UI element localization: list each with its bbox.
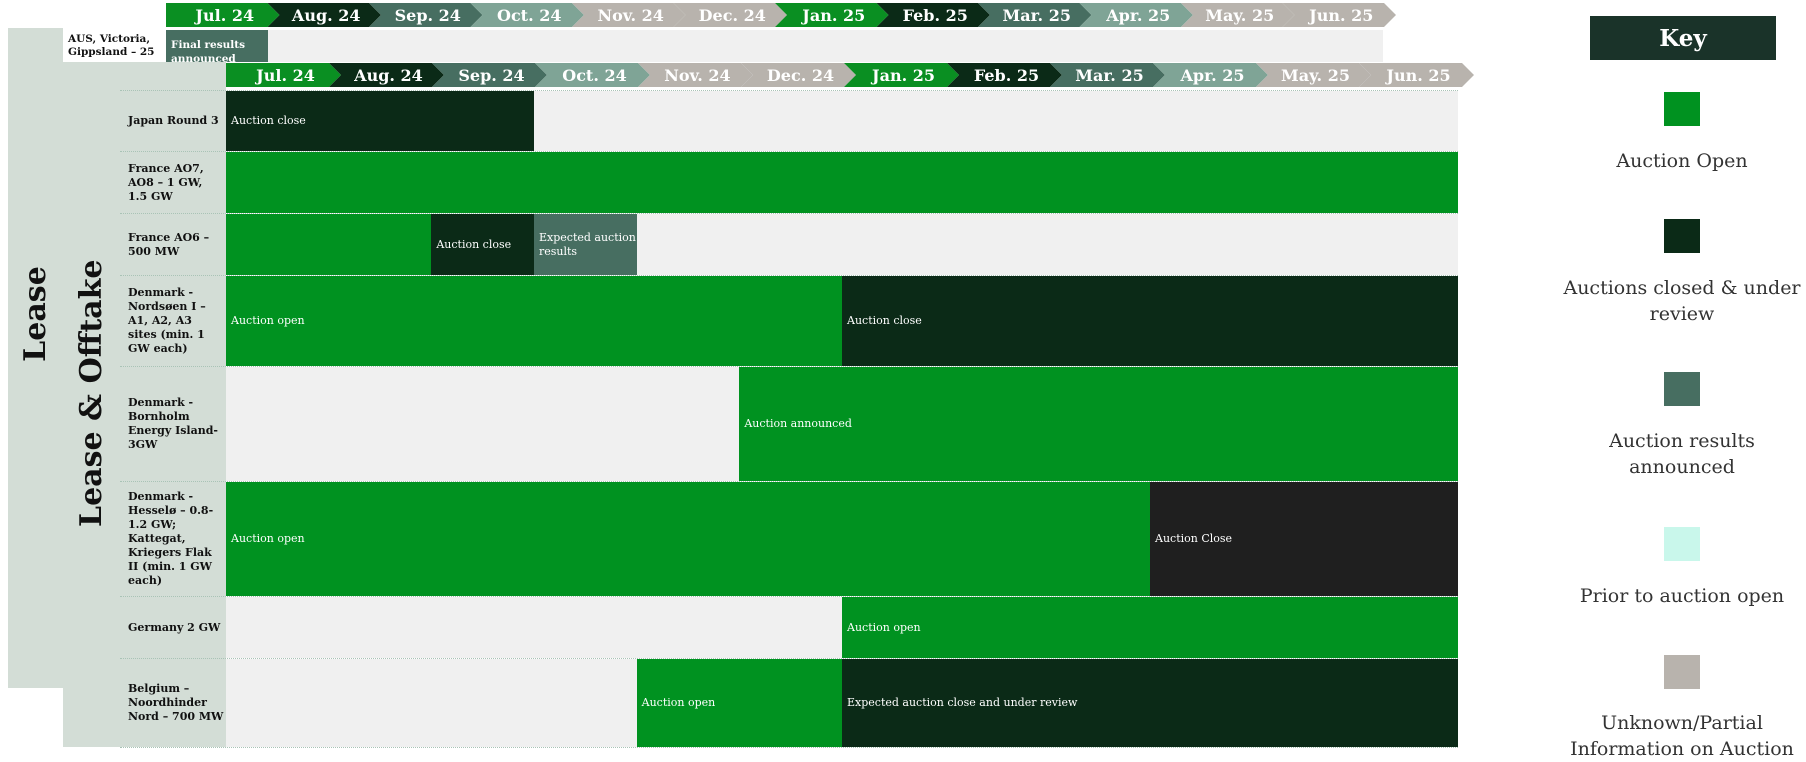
main-month-label: Nov. 24 xyxy=(664,65,731,85)
timeline-segment xyxy=(226,152,1458,213)
row-label: France AO7, AO8 – 1 GW, 1.5 GW xyxy=(128,161,204,203)
timeline-segment: Auction open xyxy=(636,659,842,747)
legend-label: Auction results announced xyxy=(1609,430,1755,478)
timeline-segment: Auction close xyxy=(842,276,1458,366)
main-month-label: Jan. 25 xyxy=(872,65,935,85)
top-month-label: Dec. 24 xyxy=(698,5,766,25)
row-label: Germany 2 GW xyxy=(128,620,221,634)
legend-swatch xyxy=(1664,92,1700,126)
top-month-label: Jun. 25 xyxy=(1309,5,1374,25)
top-month-label: Jul. 24 xyxy=(195,5,255,25)
main-month-label: Feb. 25 xyxy=(973,65,1040,85)
key-title-box: Key xyxy=(1590,16,1776,60)
row-label: Denmark - Bornholm Energy Island- 3GW xyxy=(128,396,218,451)
row-label: Denmark - Hesselø – 0.8-1.2 GW; Kattegat… xyxy=(128,490,214,587)
timeline-segment: Auction open xyxy=(226,276,842,366)
timeline-segment: Auction Close xyxy=(1150,482,1458,596)
timeline-segment: Auction announced xyxy=(739,367,1458,481)
top-month-label: Sep. 24 xyxy=(394,5,461,25)
timeline-segment xyxy=(226,214,432,275)
top-month-label: Jan. 25 xyxy=(802,5,866,25)
main-month-label: Jul. 24 xyxy=(256,65,315,85)
lease-offtake-section-label: Lease & Offtake xyxy=(74,259,109,528)
row-separator xyxy=(120,747,1458,748)
main-month-label: Jun. 25 xyxy=(1386,65,1451,85)
main-month-label: May. 25 xyxy=(1281,65,1350,85)
main-month-label: Aug. 24 xyxy=(354,65,423,85)
row-separator xyxy=(120,90,1458,91)
timeline-segment: Auction close xyxy=(226,91,534,151)
timeline-segment xyxy=(226,597,842,658)
main-month-label: Sep. 24 xyxy=(458,65,525,85)
main-month-label: Oct. 24 xyxy=(562,65,627,85)
timeline-segment: Auction open xyxy=(226,482,1150,596)
row-label: France AO6 – 500 MW xyxy=(128,230,210,258)
legend-swatch xyxy=(1664,655,1700,689)
row-label: Japan Round 3 xyxy=(128,114,219,127)
key-title: Key xyxy=(1659,24,1707,52)
main-month-label: Dec. 24 xyxy=(766,65,835,85)
timeline-segment: Auction close xyxy=(431,214,534,275)
legend-label: Auction Open xyxy=(1616,150,1748,172)
legend-swatch xyxy=(1664,219,1700,253)
top-month-label: Nov. 24 xyxy=(597,5,664,25)
main-month-label: Mar. 25 xyxy=(1075,65,1144,85)
lease-section-label: Lease xyxy=(18,266,53,362)
main-month-label: Apr. 25 xyxy=(1180,65,1245,85)
timeline-segment: Auction open xyxy=(842,597,1458,658)
top-row-results-segment: Final results announced xyxy=(166,30,268,62)
row-label: Belgium – Noordhinder Nord – 700 MW xyxy=(128,682,224,723)
top-month-label: Aug. 24 xyxy=(291,5,361,25)
legend-label: Unknown/Partial Information on Auction xyxy=(1570,712,1794,760)
top-month-label: Feb. 25 xyxy=(902,5,968,25)
top-row-label: AUS, Victoria, Gippsland – 25 xyxy=(68,33,155,58)
legend-swatch xyxy=(1664,527,1700,561)
top-month-label: Apr. 25 xyxy=(1106,5,1171,25)
top-month-label: Mar. 25 xyxy=(1002,5,1071,25)
timeline-segment: Expected auction results xyxy=(534,214,637,275)
top-month-label: Oct. 24 xyxy=(497,5,562,25)
legend-label: Auctions closed & under review xyxy=(1563,277,1801,325)
top-month-label: May. 25 xyxy=(1205,5,1275,25)
legend-label: Prior to auction open xyxy=(1579,585,1785,607)
timeline-segment xyxy=(226,367,740,481)
row-label: Denmark - Nordsøen I – A1, A2, A3 sites … xyxy=(128,286,206,355)
timeline-segment xyxy=(226,659,637,747)
timeline-segment xyxy=(534,91,1458,151)
legend-swatch xyxy=(1664,372,1700,406)
top-row-track xyxy=(268,30,1383,62)
timeline-segment: Expected auction close and under review xyxy=(842,659,1458,747)
timeline-segment xyxy=(636,214,1458,275)
